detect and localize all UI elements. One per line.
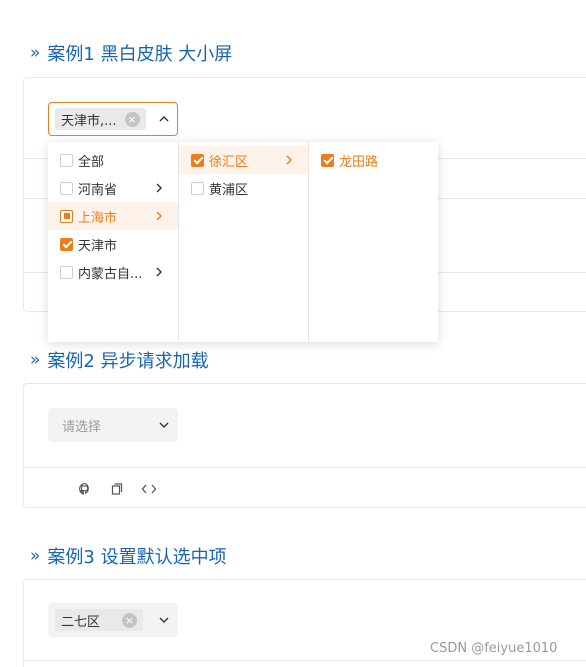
option-neimenggu[interactable]: 内蒙古自... — [48, 258, 178, 286]
chevron-right-double-icon: » — [30, 43, 41, 63]
chevron-right-icon — [156, 211, 162, 221]
checkbox[interactable] — [60, 265, 73, 279]
option-label: 上海市 — [78, 210, 118, 226]
selected-tag-label: 天津市,... — [61, 113, 117, 129]
option-xuhui[interactable]: 徐汇区 — [179, 146, 308, 174]
cascader-column-1: 全部 河南省 上海市 天津市 内蒙古自... — [48, 142, 179, 342]
chevron-right-double-icon: » — [30, 546, 41, 566]
chevron-down-icon[interactable] — [157, 418, 171, 432]
option-label: 徐汇区 — [209, 154, 249, 170]
option-label: 全部 — [78, 154, 105, 170]
example2-toolbar — [77, 481, 173, 497]
option-huangpu[interactable]: 黄浦区 — [179, 174, 308, 202]
chevron-right-icon — [286, 155, 292, 165]
example1-title: 案例1 黑白皮肤 大小屏 — [47, 44, 233, 65]
example3-divider — [23, 660, 586, 661]
option-label: 天津市 — [78, 238, 118, 254]
example3-heading: » 案例3 设置默认选中项 — [30, 543, 227, 569]
example3-select[interactable]: 二七区 × — [48, 603, 178, 637]
code-icon[interactable] — [141, 481, 157, 497]
selected-tag: 二七区 × — [55, 609, 144, 631]
cascader-dropdown: 全部 河南省 上海市 天津市 内蒙古自... 徐汇区 黄浦区 龙田路 — [48, 142, 438, 342]
option-all[interactable]: 全部 — [48, 146, 178, 174]
selected-tag-label: 二七区 — [61, 614, 101, 630]
select-placeholder: 请选择 — [62, 419, 102, 435]
checkbox-checked[interactable] — [191, 153, 204, 167]
example2-select[interactable]: 请选择 — [48, 408, 178, 442]
option-label: 龙田路 — [339, 154, 379, 170]
chevron-right-icon — [156, 267, 162, 277]
github-icon[interactable] — [77, 481, 93, 497]
selected-tag: 天津市,... × — [55, 108, 146, 130]
option-label: 黄浦区 — [209, 182, 249, 198]
chevron-right-icon — [156, 183, 162, 193]
example3-title: 案例3 设置默认选中项 — [47, 547, 227, 568]
tag-close-icon[interactable]: × — [122, 612, 138, 628]
checkbox[interactable] — [60, 181, 73, 195]
option-tianjin[interactable]: 天津市 — [48, 230, 178, 258]
example2-heading: » 案例2 异步请求加载 — [30, 347, 209, 373]
copy-icon[interactable] — [109, 481, 125, 497]
option-label: 内蒙古自... — [78, 266, 143, 282]
tag-close-icon[interactable]: × — [124, 111, 140, 127]
example2-title: 案例2 异步请求加载 — [47, 351, 209, 372]
cascader-column-3: 龙田路 — [309, 142, 438, 342]
checkbox[interactable] — [191, 181, 204, 195]
chevron-down-icon[interactable] — [157, 613, 171, 627]
checkbox-checked[interactable] — [321, 153, 334, 167]
cascader-column-2: 徐汇区 黄浦区 — [179, 142, 309, 342]
example2-divider — [23, 467, 586, 468]
option-longtian[interactable]: 龙田路 — [309, 146, 438, 174]
checkbox-indeterminate[interactable] — [60, 209, 73, 223]
chevron-right-double-icon: » — [30, 350, 41, 370]
checkbox-checked[interactable] — [60, 237, 73, 251]
example1-heading: » 案例1 黑白皮肤 大小屏 — [30, 40, 232, 66]
example1-cascader[interactable]: 天津市,... × — [48, 102, 178, 136]
watermark: CSDN @feiyue1010 — [430, 641, 558, 656]
option-henan[interactable]: 河南省 — [48, 174, 178, 202]
checkbox[interactable] — [60, 153, 73, 167]
option-shanghai[interactable]: 上海市 — [48, 202, 178, 230]
chevron-up-icon[interactable] — [157, 112, 171, 126]
option-label: 河南省 — [78, 182, 118, 198]
